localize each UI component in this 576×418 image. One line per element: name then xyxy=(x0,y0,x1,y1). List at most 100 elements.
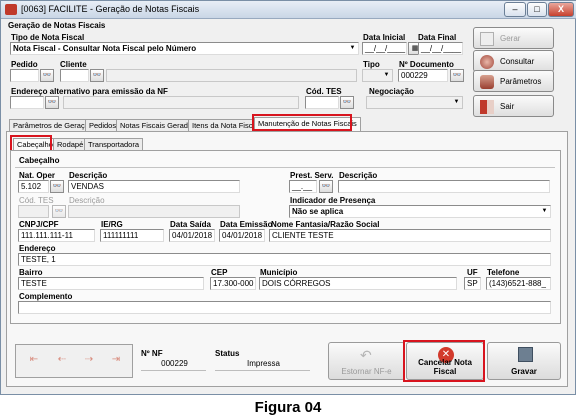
numdoc-input[interactable]: 000229 xyxy=(398,69,448,82)
prest-serv-input[interactable]: __.__ xyxy=(289,180,317,193)
exit-door-icon xyxy=(480,100,494,114)
chevron-down-icon: ▼ xyxy=(383,72,390,78)
estornar-nfe-label: Estornar NF-e xyxy=(341,367,392,376)
codtes-label: Cód. TES xyxy=(306,87,342,96)
data-final-input[interactable]: __/__/____ xyxy=(418,42,463,55)
chevron-down-icon: ▼ xyxy=(453,99,460,105)
highlight-box xyxy=(252,114,352,131)
estornar-nfe-button[interactable]: ↶ Estornar NF-e xyxy=(328,342,405,380)
figure-caption: Figura 04 xyxy=(254,399,322,416)
cliente-code-input[interactable] xyxy=(60,69,89,82)
status-field: Impressa xyxy=(215,358,310,371)
gravar-label: Gravar xyxy=(511,367,537,376)
consultar-button[interactable]: Consultar xyxy=(473,50,554,72)
descricao2-field xyxy=(338,180,550,193)
highlight-box xyxy=(403,340,485,382)
complemento-field xyxy=(18,301,551,314)
maximize-button[interactable]: □ xyxy=(527,2,547,17)
complemento-label: Complemento xyxy=(19,292,73,301)
descricao2-label: Descrição xyxy=(339,171,378,180)
cep-field: 17.300-000 xyxy=(210,277,256,290)
telefone-label: Telefone xyxy=(487,268,520,277)
first-record-icon[interactable]: ⇤ xyxy=(25,353,43,367)
chevron-down-icon: ▼ xyxy=(349,45,356,51)
document-icon xyxy=(480,32,494,46)
app-icon xyxy=(5,4,17,15)
search-icon[interactable]: 👓 xyxy=(52,205,66,218)
descricao3-label: Descrição xyxy=(69,196,105,205)
search-icon[interactable]: 👓 xyxy=(45,96,59,109)
search-icon xyxy=(480,55,494,69)
cnpj-field: 111.111.111-11 xyxy=(18,229,95,242)
nat-oper-label: Nat. Oper xyxy=(19,171,56,180)
tipo-doc-label: Tipo xyxy=(363,60,380,69)
endereco-alt-field xyxy=(63,96,299,109)
endereco-alt-code-input[interactable] xyxy=(10,96,44,109)
telefone-field: (143)6521-888_ xyxy=(486,277,551,290)
tipo-label: Tipo de Nota Fiscal xyxy=(11,33,85,42)
tipo-value: Nota Fiscal - Consultar Nota Fiscal pelo… xyxy=(13,44,197,53)
cnpj-label: CNPJ/CPF xyxy=(19,220,59,229)
gravar-button[interactable]: Gravar xyxy=(487,342,561,380)
negociacao-select[interactable]: ▼ xyxy=(366,96,463,109)
search-icon[interactable]: 👓 xyxy=(340,96,354,109)
descricao-field: VENDAS xyxy=(68,180,240,193)
codtes-input[interactable] xyxy=(305,96,339,109)
cliente-name-field xyxy=(106,69,357,82)
sair-button[interactable]: Sair xyxy=(473,95,554,117)
next-record-icon[interactable]: ⇢ xyxy=(80,353,98,367)
main-window: [0063] FACILITE - Geração de Notas Fisca… xyxy=(0,0,576,395)
search-icon[interactable]: 👓 xyxy=(40,69,54,82)
cabecalho-group-title: Cabeçalho xyxy=(19,156,60,165)
cod-tes-label: Cód. TES xyxy=(19,196,54,205)
uf-field: SP xyxy=(464,277,481,290)
search-icon[interactable]: 👓 xyxy=(50,180,64,193)
tipo-doc-select[interactable]: ▼ xyxy=(362,69,393,82)
parametros-label: Parâmetros xyxy=(500,77,542,86)
chevron-down-icon: ▼ xyxy=(541,208,548,214)
parametros-button[interactable]: Parâmetros xyxy=(473,70,554,92)
endereco-alt-label: Endereço alternativo para emissão da NF xyxy=(11,87,168,96)
pedido-label: Pedido xyxy=(11,60,38,69)
uf-label: UF xyxy=(467,268,478,277)
consultar-label: Consultar xyxy=(500,57,535,66)
pedido-input[interactable] xyxy=(10,69,39,82)
data-emissao-label: Data Emissão xyxy=(220,220,273,229)
num-nf-field: 000229 xyxy=(141,358,206,371)
indicador-value: Não se aplica xyxy=(292,207,344,216)
minimize-button[interactable]: – xyxy=(504,2,526,17)
indicador-label: Indicador de Presença xyxy=(290,196,376,205)
section-title: Geração de Notas Fiscais xyxy=(8,21,106,30)
last-record-icon[interactable]: ⇥ xyxy=(107,353,125,367)
divider xyxy=(15,167,555,168)
gerar-button[interactable]: Gerar xyxy=(473,27,554,49)
tab-pedidos[interactable]: Pedidos xyxy=(85,119,121,131)
cod-tes-input[interactable] xyxy=(18,205,49,218)
search-icon[interactable]: 👓 xyxy=(90,69,104,82)
search-icon[interactable]: 👓 xyxy=(319,180,333,193)
data-final-label: Data Final xyxy=(418,33,457,42)
endereco-label: Endereço xyxy=(19,244,56,253)
nat-oper-input[interactable]: 5.102 xyxy=(18,180,49,193)
tab-parametros-geracao[interactable]: Parâmetros de Geração xyxy=(9,119,98,131)
cliente-label: Cliente xyxy=(60,60,87,69)
num-nf-label: Nº NF xyxy=(141,349,163,358)
previous-record-icon[interactable]: ⇠ xyxy=(53,353,71,367)
subtab-transportadora[interactable]: Transportadora xyxy=(84,138,143,150)
undo-icon: ↶ xyxy=(360,347,372,363)
subtab-rodape[interactable]: Rodapé xyxy=(53,138,88,150)
data-inicial-input[interactable]: __/__/____ xyxy=(362,42,407,55)
close-button[interactable]: X xyxy=(548,2,574,17)
data-emissao-field: 04/01/2018 xyxy=(219,229,265,242)
tipo-select[interactable]: Nota Fiscal - Consultar Nota Fiscal pelo… xyxy=(10,42,359,55)
cep-label: CEP xyxy=(211,268,228,277)
data-saida-label: Data Saída xyxy=(170,220,211,229)
prest-serv-label: Prest. Serv. xyxy=(290,171,334,180)
data-inicial-label: Data Inicial xyxy=(363,33,406,42)
ie-label: IE/RG xyxy=(101,220,123,229)
municipio-label: Município xyxy=(260,268,298,277)
search-icon[interactable]: 👓 xyxy=(450,69,464,82)
status-label: Status xyxy=(215,349,240,358)
indicador-select[interactable]: Não se aplica ▼ xyxy=(289,205,551,218)
nome-label: Nome Fantasia/Razão Social xyxy=(271,220,380,229)
